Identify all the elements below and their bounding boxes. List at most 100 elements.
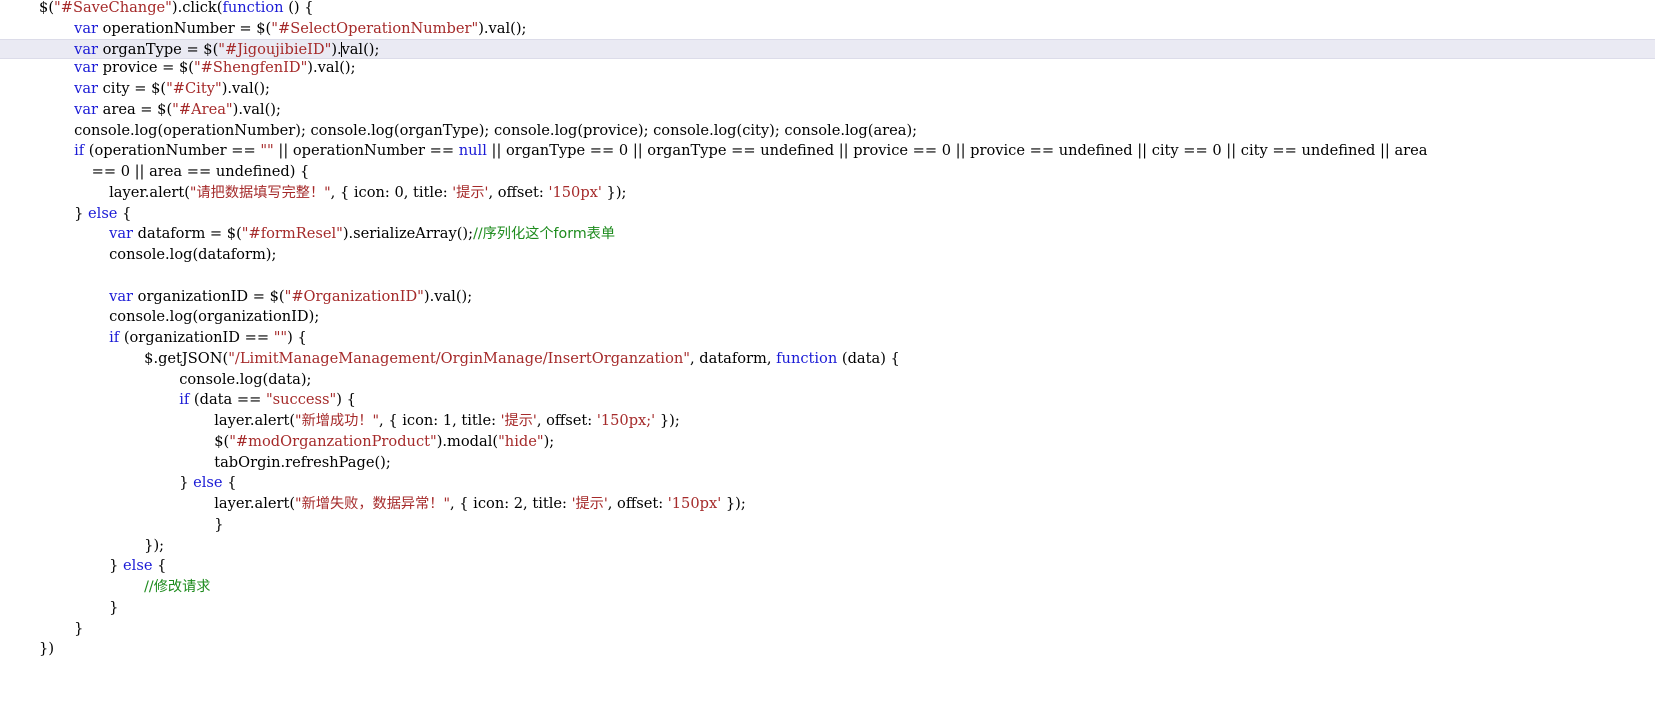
code-token-plain: ); xyxy=(543,432,555,450)
code-line[interactable]: $("#SaveChange").click(function () { xyxy=(0,0,1655,19)
code-token-str: '150px' xyxy=(548,183,602,201)
code-token-plain: provice = $( xyxy=(98,59,194,77)
code-token-kw: function xyxy=(222,0,284,16)
code-token-plain: }); xyxy=(144,536,165,554)
code-token-plain: (data) { xyxy=(837,349,900,367)
code-token-plain: dataform = $( xyxy=(133,225,242,243)
code-token-plain: } xyxy=(109,598,119,616)
code-line[interactable]: console.log(operationNumber); console.lo… xyxy=(0,121,1655,142)
code-token-kw: var xyxy=(74,59,98,77)
code-token-pun: ).click( xyxy=(171,0,223,16)
code-line[interactable]: console.log(organizationID); xyxy=(0,307,1655,328)
code-token-str: '提示' xyxy=(500,413,537,429)
code-token-str: "#SelectOperationNumber" xyxy=(271,19,479,37)
code-token-kw: else xyxy=(88,204,118,222)
code-line[interactable]: var operationNumber = $("#SelectOperatio… xyxy=(0,19,1655,40)
code-token-plain: ).val(); xyxy=(307,59,356,77)
code-token-plain: , dataform, xyxy=(689,349,777,367)
code-line[interactable]: $("#modOrganzationProduct").modal("hide"… xyxy=(0,432,1655,453)
code-line[interactable] xyxy=(0,266,1655,287)
code-token-plain: }) xyxy=(39,640,55,658)
code-editor[interactable]: $("#SaveChange").click(function () {var … xyxy=(0,0,1655,704)
code-token-str: "#JigoujibieID" xyxy=(218,40,332,58)
code-token-plain: ).val(); xyxy=(221,80,270,97)
code-token-plain: organType = $( xyxy=(98,40,219,58)
code-token-str: "hide" xyxy=(498,432,544,450)
code-line[interactable]: var organizationID = $("#OrganizationID"… xyxy=(0,287,1655,308)
code-line[interactable]: if (data == "success") { xyxy=(0,390,1655,411)
code-line[interactable]: } else { xyxy=(0,473,1655,494)
code-line[interactable]: } xyxy=(0,619,1655,640)
code-token-str: "#ShengfenID" xyxy=(193,59,308,77)
code-token-plain: val(); xyxy=(341,40,380,58)
code-line[interactable]: } else { xyxy=(0,556,1655,577)
code-token-plain: } xyxy=(179,474,194,492)
code-token-plain: console.log(operationNumber); console.lo… xyxy=(74,121,918,139)
code-line[interactable]: var area = $("#Area").val(); xyxy=(0,100,1655,121)
code-token-plain: == 0 || area == undefined) { xyxy=(91,163,310,180)
code-token-plain: $( xyxy=(214,432,230,450)
code-line[interactable]: console.log(data); xyxy=(0,370,1655,391)
code-token-plain: operationNumber = $( xyxy=(98,19,272,37)
code-text-area[interactable]: $("#SaveChange").click(function () {var … xyxy=(0,0,1655,702)
code-token-kw: else xyxy=(193,474,223,492)
code-token-plain: (operationNumber == xyxy=(84,142,261,160)
code-line[interactable]: var city = $("#City").val(); xyxy=(0,79,1655,100)
code-token-plain: (organizationID == xyxy=(119,329,274,346)
code-token-plain: } xyxy=(109,557,124,575)
code-line[interactable]: }) xyxy=(0,639,1655,660)
code-line[interactable]: $.getJSON("/LimitManageManagement/OrginM… xyxy=(0,349,1655,370)
code-token-plain: tabOrgin.refreshPage(); xyxy=(214,453,391,471)
code-token-plain: ) { xyxy=(287,329,307,346)
code-token-plain: }); xyxy=(601,183,627,201)
code-line[interactable]: layer.alert("请把数据填写完整！", { icon: 0, titl… xyxy=(0,183,1655,204)
code-token-plain: || operationNumber == xyxy=(273,142,459,160)
code-line[interactable]: //修改请求 xyxy=(0,577,1655,598)
code-token-str: "" xyxy=(273,329,288,346)
code-token-str: "#Area" xyxy=(172,100,233,118)
code-token-plain: ).val(); xyxy=(423,287,473,305)
code-token-plain: } xyxy=(214,515,224,533)
code-token-plain: $.getJSON( xyxy=(144,349,229,367)
code-token-cmt: //修改请求 xyxy=(144,579,211,595)
code-token-plain: area = $( xyxy=(98,100,173,118)
code-token-plain: ) { xyxy=(336,391,356,409)
code-token-kw: var xyxy=(74,40,98,58)
code-token-plain: organizationID = $( xyxy=(133,287,285,305)
code-token-plain: ).val(); xyxy=(478,19,527,37)
code-token-kw: function xyxy=(776,349,838,367)
code-token-kw: var xyxy=(74,19,98,37)
code-line[interactable]: layer.alert("新增成功！", { icon: 1, title: '… xyxy=(0,411,1655,432)
code-token-plain: layer.alert( xyxy=(214,495,296,512)
code-token-plain: city = $( xyxy=(98,80,167,97)
code-token-plain: } xyxy=(74,619,84,637)
code-token-str: "#OrganizationID" xyxy=(284,287,424,305)
code-token-plain: , offset: xyxy=(488,183,549,201)
code-line-current[interactable]: var organType = $("#JigoujibieID").val()… xyxy=(0,38,1655,60)
code-token-plain: ).modal( xyxy=(436,432,499,450)
code-token-plain: console.log(data); xyxy=(179,370,312,388)
code-line[interactable]: } xyxy=(0,598,1655,619)
code-token-plain: , { icon: 1, title: xyxy=(379,412,501,429)
code-token-pun: () { xyxy=(283,0,314,16)
code-line[interactable]: } xyxy=(0,515,1655,536)
code-line[interactable]: } else { xyxy=(0,204,1655,225)
code-token-plain: console.log(organizationID); xyxy=(109,308,320,326)
code-token-plain: layer.alert( xyxy=(214,412,296,429)
code-line[interactable]: var dataform = $("#formResel").serialize… xyxy=(0,224,1655,245)
code-token-plain: , { icon: 0, title: xyxy=(330,183,453,201)
code-token-str: "" xyxy=(260,142,274,160)
code-line[interactable]: if (organizationID == "") { xyxy=(0,328,1655,349)
code-line[interactable]: tabOrgin.refreshPage(); xyxy=(0,453,1655,474)
code-token-plain: { xyxy=(117,204,132,222)
code-token-plain: } xyxy=(74,204,89,222)
code-token-kw: var xyxy=(109,225,134,243)
code-line[interactable]: == 0 || area == undefined) { xyxy=(0,162,1655,183)
code-token-plain: (data == xyxy=(189,391,266,409)
code-line[interactable]: console.log(dataform); xyxy=(0,245,1655,266)
code-token-plain: , offset: xyxy=(607,495,668,512)
code-line[interactable]: var provice = $("#ShengfenID").val(); xyxy=(0,58,1655,79)
code-line[interactable]: }); xyxy=(0,536,1655,557)
code-line[interactable]: layer.alert("新增失败，数据异常！", { icon: 2, tit… xyxy=(0,494,1655,515)
code-line[interactable]: if (operationNumber == "" || operationNu… xyxy=(0,141,1655,162)
